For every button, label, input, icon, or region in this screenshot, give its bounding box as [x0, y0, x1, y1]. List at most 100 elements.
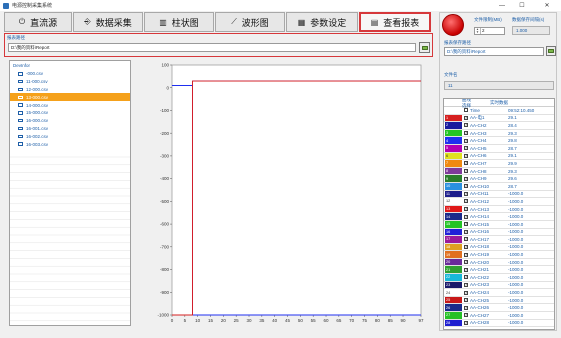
- stepper-arrows-icon[interactable]: ▲ ▼: [475, 28, 481, 34]
- channel-color-swatch[interactable]: 8: [445, 167, 462, 175]
- tab-parameters[interactable]: ▦ 参数设定: [286, 12, 358, 32]
- channel-checkbox[interactable]: ✓: [464, 115, 468, 120]
- channel-color-swatch[interactable]: 26: [445, 304, 462, 312]
- channel-checkbox[interactable]: ✓: [464, 153, 468, 158]
- channel-checkbox[interactable]: ✓: [464, 275, 468, 280]
- channel-color-swatch[interactable]: 12: [445, 198, 462, 205]
- channel-row: 20 ✓ AA-CH20 -1000.0: [444, 258, 554, 267]
- channel-checkbox[interactable]: ✓: [464, 252, 468, 257]
- channel-checkbox[interactable]: ✓: [464, 282, 468, 287]
- channel-checkbox[interactable]: ✓: [464, 214, 468, 219]
- tree-item[interactable]: 16-003.csv: [10, 140, 130, 148]
- channel-color-swatch[interactable]: 16: [445, 228, 462, 236]
- channel-color-swatch[interactable]: 18: [445, 243, 462, 251]
- channel-row: 11 ✓ AA-CH11 -1000.0: [444, 190, 554, 199]
- channel-color-swatch[interactable]: 13: [445, 205, 462, 213]
- tab-bar-chart[interactable]: ▥ 柱状图: [144, 12, 214, 32]
- channel-checkbox[interactable]: ✓: [464, 237, 468, 242]
- channel-color-swatch[interactable]: 4: [445, 137, 462, 144]
- channel-checkbox[interactable]: ✓: [464, 131, 468, 136]
- maximize-icon[interactable]: ☐: [514, 0, 530, 11]
- channel-color-swatch[interactable]: 1: [445, 114, 462, 122]
- channel-color-swatch[interactable]: 15: [445, 220, 462, 228]
- channel-color-swatch[interactable]: 25: [445, 296, 462, 304]
- channel-checkbox[interactable]: ✓: [464, 207, 468, 212]
- channel-checkbox[interactable]: ✓: [464, 229, 468, 234]
- channel-name: AA-CH7: [470, 160, 487, 166]
- file-limit-stepper[interactable]: ▲ ▼ 2: [474, 27, 505, 35]
- channel-checkbox[interactable]: ✓: [464, 161, 468, 166]
- channel-color-swatch[interactable]: 5: [445, 144, 462, 152]
- channel-checkbox[interactable]: ✓: [464, 267, 468, 272]
- tree-item[interactable]: 16-000.csv: [10, 117, 130, 125]
- channel-checkbox[interactable]: ✓: [464, 146, 468, 151]
- file-name-field[interactable]: 11: [444, 81, 554, 90]
- tree-item[interactable]: 15-000.csv: [10, 109, 130, 117]
- channel-color-swatch[interactable]: 19: [445, 251, 462, 258]
- channel-checkbox[interactable]: ✓: [464, 123, 468, 128]
- browse-folder-button[interactable]: [419, 42, 430, 53]
- channel-color-swatch[interactable]: 23: [445, 281, 462, 289]
- channel-checkbox[interactable]: ✓: [464, 184, 468, 189]
- line-chart-icon: ⟋: [231, 17, 237, 26]
- channel-row: 8 ✓ AA-CH8 29.3: [444, 167, 554, 176]
- app-icon: [3, 2, 9, 9]
- tree-item[interactable]: 11-000.csv: [10, 78, 130, 86]
- channel-color-swatch[interactable]: 14: [445, 213, 462, 220]
- channel-checkbox[interactable]: ✓: [464, 176, 468, 181]
- tree-item[interactable]: 16-001.csv: [10, 125, 130, 133]
- channel-checkbox[interactable]: ✓: [464, 191, 468, 196]
- minimize-icon[interactable]: —: [494, 0, 510, 11]
- x-tick-label: 80: [375, 318, 381, 323]
- tab-dc-source[interactable]: ⏻ 直流源: [4, 12, 72, 32]
- channel-table-header: 曲线选择 实时数据: [444, 99, 554, 108]
- tree-item[interactable]: 13-000.csv: [10, 93, 130, 102]
- report-path-input[interactable]: D:\我的资料\Report: [8, 43, 416, 52]
- channel-color-swatch[interactable]: 21: [445, 266, 462, 274]
- tab-waveform[interactable]: ⟋ 波形图: [215, 12, 285, 32]
- file-tree[interactable]: DevInfor -000.csv 11-000.csv 12-000.csv 13-…: [9, 60, 131, 326]
- channel-name: AA-CH17: [470, 236, 490, 242]
- tab-data-acquisition[interactable]: ⎆ 数据采集: [73, 12, 143, 32]
- tree-item[interactable]: -000.csv: [10, 70, 130, 78]
- channel-color-swatch[interactable]: 22: [445, 274, 462, 281]
- channel-color-swatch[interactable]: 3: [445, 129, 462, 137]
- channel-checkbox[interactable]: ✓: [464, 260, 468, 265]
- channel-color-swatch[interactable]: 28: [445, 319, 462, 327]
- channel-checkbox[interactable]: ✓: [464, 222, 468, 227]
- channel-color-swatch[interactable]: 6: [445, 152, 462, 160]
- channel-checkbox[interactable]: ✓: [464, 290, 468, 295]
- channel-color-swatch[interactable]: [445, 107, 462, 114]
- tree-item[interactable]: 16-002.csv: [10, 132, 130, 140]
- channel-checkbox[interactable]: ✓: [464, 169, 468, 174]
- close-icon[interactable]: ✕: [539, 0, 555, 11]
- channel-color-swatch[interactable]: 27: [445, 312, 462, 319]
- channel-color-swatch[interactable]: 24: [445, 289, 462, 296]
- channel-color-swatch[interactable]: 11: [445, 190, 462, 198]
- tree-item-label: 14-000.csv: [26, 102, 49, 108]
- tab-view-report[interactable]: ▤ 查看报表: [359, 12, 431, 32]
- save-rate-field[interactable]: 1.000: [512, 26, 550, 35]
- x-tick-label: 70: [349, 318, 355, 323]
- channel-color-swatch[interactable]: 20: [445, 258, 462, 266]
- channel-checkbox[interactable]: ✓: [464, 320, 468, 325]
- channel-checkbox[interactable]: ✓: [464, 298, 468, 303]
- tree-item[interactable]: 12-000.csv: [10, 86, 130, 94]
- channel-color-swatch[interactable]: 17: [445, 236, 462, 243]
- save-path-browse-button[interactable]: [546, 46, 556, 56]
- tree-item[interactable]: 14-000.csv: [10, 101, 130, 109]
- channel-color-swatch[interactable]: 10: [445, 182, 462, 190]
- channel-checkbox[interactable]: ✓: [464, 313, 468, 318]
- channel-color-swatch[interactable]: 2: [445, 122, 462, 129]
- channel-checkbox[interactable]: ✓: [464, 305, 468, 310]
- record-button[interactable]: [442, 14, 464, 36]
- right-panel: 文件限制(MB) ▲ ▼ 2 数据保存间隔(s) 1.000 报表保存路径 D:\…: [439, 12, 557, 331]
- channel-checkbox[interactable]: [464, 108, 468, 113]
- channel-checkbox[interactable]: ✓: [464, 138, 468, 143]
- channel-checkbox[interactable]: ✓: [464, 199, 468, 204]
- channel-color-swatch[interactable]: 7: [445, 160, 462, 167]
- channel-checkbox[interactable]: ✓: [464, 244, 468, 249]
- save-path-input[interactable]: D:\我的资料\Report: [444, 47, 544, 56]
- channel-color-swatch[interactable]: 9: [445, 175, 462, 182]
- x-tick-label: 50: [298, 318, 304, 323]
